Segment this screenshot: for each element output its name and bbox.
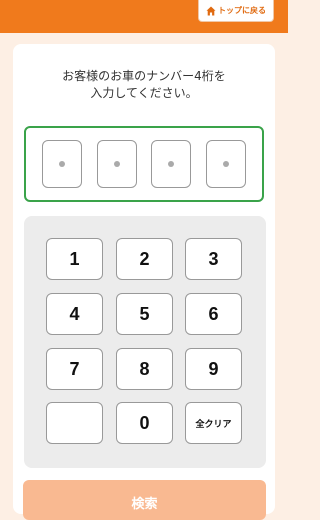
- search-button-label: 検索: [131, 497, 158, 512]
- search-button[interactable]: 検索: [23, 480, 266, 520]
- home-icon: [206, 6, 216, 15]
- clear-all-button[interactable]: 全クリア: [185, 402, 242, 444]
- empty-digit-dot: [59, 161, 65, 167]
- instruction-line-1: お客様のお車のナンバー4桁を: [62, 69, 226, 83]
- key-6[interactable]: 6: [185, 293, 242, 335]
- back-to-top-label: トップに戻る: [218, 6, 266, 15]
- instruction-text: お客様のお車のナンバー4桁を 入力してください。: [0, 68, 288, 102]
- empty-digit-dot: [114, 161, 120, 167]
- empty-digit-dot: [223, 161, 229, 167]
- key-5[interactable]: 5: [116, 293, 173, 335]
- key-7[interactable]: 7: [46, 348, 103, 390]
- key-0[interactable]: 0: [116, 402, 173, 444]
- key-8[interactable]: 8: [116, 348, 173, 390]
- digit-slot-4[interactable]: [206, 140, 246, 188]
- digit-slot-1[interactable]: [42, 140, 82, 188]
- key-4[interactable]: 4: [46, 293, 103, 335]
- back-to-top-button[interactable]: トップに戻る: [198, 0, 274, 22]
- key-9[interactable]: 9: [185, 348, 242, 390]
- key-1[interactable]: 1: [46, 238, 103, 280]
- key-blank: [46, 402, 103, 444]
- key-2[interactable]: 2: [116, 238, 173, 280]
- empty-digit-dot: [168, 161, 174, 167]
- digit-slot-2[interactable]: [97, 140, 137, 188]
- key-3[interactable]: 3: [185, 238, 242, 280]
- instruction-line-2: 入力してください。: [90, 86, 198, 100]
- digit-slot-3[interactable]: [151, 140, 191, 188]
